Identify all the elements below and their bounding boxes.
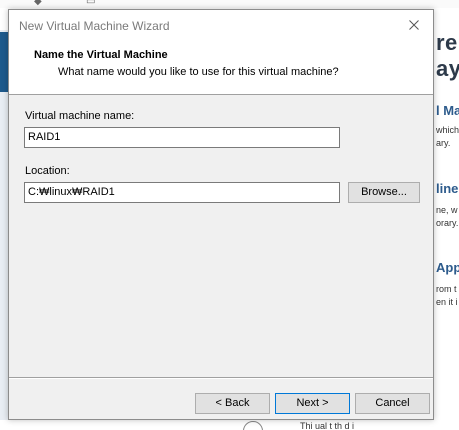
close-icon bbox=[409, 20, 419, 30]
background-heading: re bbox=[436, 30, 458, 55]
expand-icon: ⌜⌝ bbox=[54, 0, 64, 7]
vm-name-label: Virtual machine name: bbox=[25, 110, 135, 122]
wizard-step-subtitle: What name would you like to use for this… bbox=[58, 66, 339, 78]
background-section-title: l Ma bbox=[436, 103, 459, 118]
background-footer: Thi ual t th d i bbox=[0, 420, 459, 430]
background-toolbar-icons: ◆ ⌜⌝ ▭ bbox=[34, 0, 114, 8]
new-vm-wizard-dialog: New Virtual Machine Wizard Name the Virt… bbox=[8, 9, 434, 420]
wizard-header: Name the Virtual Machine What name would… bbox=[9, 41, 433, 95]
close-button[interactable] bbox=[403, 14, 425, 36]
background-text: en it i bbox=[436, 297, 458, 307]
background-heading-2: aye bbox=[436, 56, 459, 81]
pin-icon: ◆ bbox=[34, 0, 42, 7]
cancel-button[interactable]: Cancel bbox=[355, 393, 430, 414]
browse-button[interactable]: Browse... bbox=[348, 182, 420, 203]
footer-separator bbox=[9, 377, 433, 379]
background-text: ne, w bbox=[436, 205, 458, 215]
background-section-title: line bbox=[436, 181, 459, 196]
location-input[interactable]: C:₩linux₩RAID1 bbox=[24, 182, 340, 203]
background-circle-icon bbox=[243, 421, 263, 430]
wizard-step-title: Name the Virtual Machine bbox=[34, 49, 168, 61]
background-text: rom t bbox=[436, 284, 457, 294]
background-section-title: App bbox=[436, 260, 459, 275]
dialog-title: New Virtual Machine Wizard bbox=[19, 19, 170, 33]
next-button[interactable]: Next > bbox=[275, 393, 350, 414]
background-content: re aye l Ma which ary. line ne, w orary.… bbox=[434, 8, 459, 430]
background-footer-text: Thi ual t th d i bbox=[300, 421, 355, 430]
background-text: ary. bbox=[436, 138, 451, 148]
background-text: which bbox=[436, 125, 459, 135]
background-text: orary. bbox=[436, 218, 459, 228]
location-label: Location: bbox=[25, 165, 70, 177]
dialog-titlebar[interactable]: New Virtual Machine Wizard bbox=[9, 10, 433, 41]
back-button[interactable]: < Back bbox=[195, 393, 270, 414]
window-icon: ▭ bbox=[86, 0, 96, 7]
vm-name-input[interactable]: RAID1 bbox=[24, 127, 340, 148]
